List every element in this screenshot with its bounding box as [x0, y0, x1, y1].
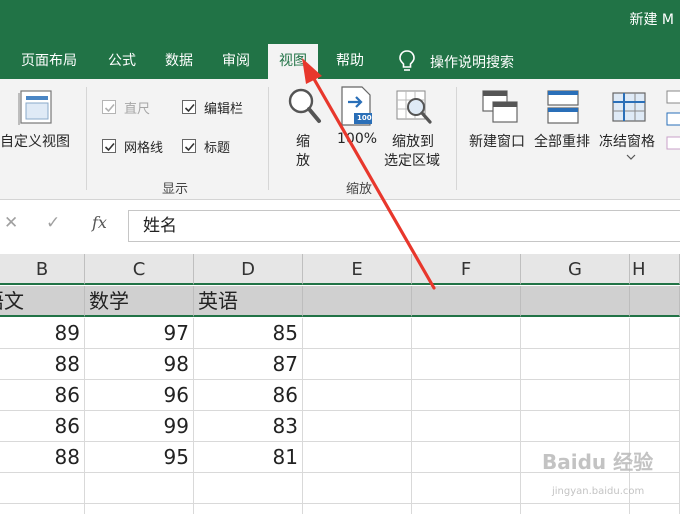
annotation-arrow [302, 58, 436, 290]
baidu-watermark: Baidu 经验 [542, 450, 654, 474]
excel-window: 新建 M 页面布局 公式 数据 审阅 视图 帮助 操作说明搜索 自定义视图 直尺 [0, 0, 680, 514]
baidu-watermark-url: jingyan.baidu.com [552, 486, 645, 497]
